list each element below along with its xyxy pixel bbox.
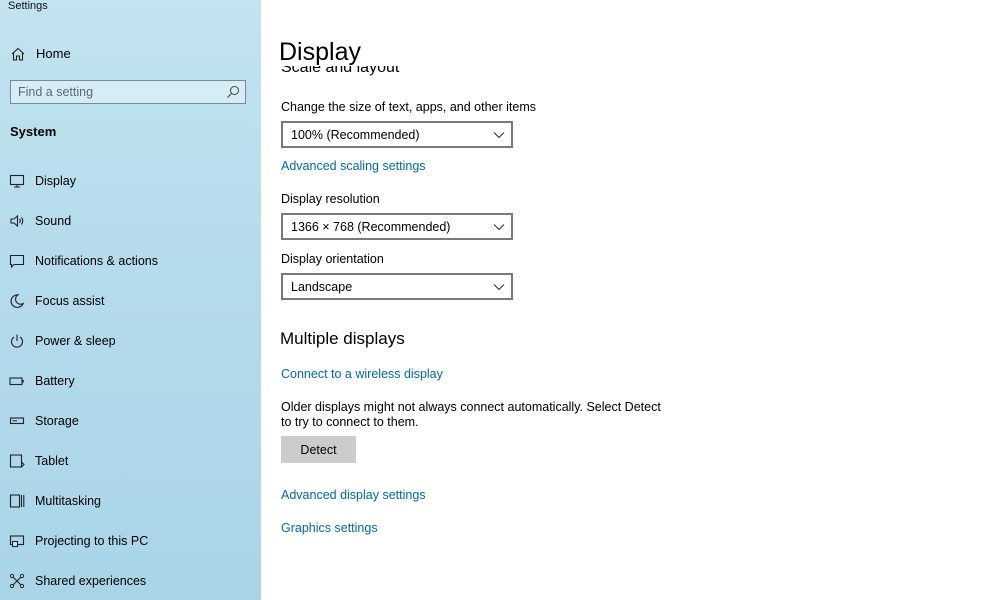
main-content: Display Scale and layout Change the size…: [261, 0, 1000, 600]
sidebar-item-tablet[interactable]: Tablet: [0, 446, 261, 476]
scale-value: 100% (Recommended): [291, 128, 420, 142]
section-title: System: [10, 124, 57, 139]
search-field[interactable]: [10, 80, 246, 104]
resolution-label: Display resolution: [281, 192, 380, 206]
sidebar-item-focus-assist[interactable]: Focus assist: [0, 286, 261, 316]
sidebar-item-label: Battery: [35, 374, 75, 388]
sidebar-item-home[interactable]: Home: [0, 40, 261, 68]
sidebar-item-label: Shared experiences: [35, 574, 147, 588]
sidebar-item-label: Storage: [35, 414, 79, 428]
search-icon[interactable]: [226, 85, 240, 99]
sidebar-item-label: Home: [36, 46, 71, 61]
sidebar-item-notifications[interactable]: Notifications & actions: [0, 246, 261, 276]
sidebar-item-label: Notifications & actions: [35, 254, 158, 268]
sidebar-item-sound[interactable]: Sound: [0, 206, 261, 236]
scale-dropdown[interactable]: 100% (Recommended): [281, 121, 513, 148]
notification-icon: [9, 254, 25, 269]
chevron-down-icon: [493, 224, 505, 231]
section-heading-scale: Scale and layout: [281, 66, 481, 78]
page-title: Display: [279, 38, 361, 66]
orientation-value: Landscape: [291, 280, 353, 294]
chevron-down-icon: [493, 132, 505, 139]
sidebar-item-label: Tablet: [35, 454, 69, 468]
sidebar-item-shared-experiences[interactable]: Shared experiences: [0, 566, 261, 596]
multitasking-icon: [9, 494, 25, 508]
storage-icon: [9, 417, 25, 425]
home-icon: [11, 47, 25, 61]
scale-label: Change the size of text, apps, and other…: [281, 100, 537, 114]
advanced-display-link[interactable]: Advanced display settings: [281, 488, 426, 502]
sidebar-item-display[interactable]: Display: [0, 166, 261, 196]
graphics-settings-link[interactable]: Graphics settings: [281, 521, 378, 535]
advanced-scaling-link[interactable]: Advanced scaling settings: [281, 159, 426, 173]
tablet-icon: [9, 454, 25, 468]
sidebar: Settings Home System Display Sound: [0, 0, 261, 600]
search-input[interactable]: [18, 83, 218, 101]
sidebar-item-label: Sound: [35, 214, 72, 228]
resolution-value: 1366 × 768 (Recommended): [291, 220, 451, 234]
monitor-icon: [9, 174, 25, 188]
sidebar-item-label: Focus assist: [35, 294, 105, 308]
sidebar-item-label: Multitasking: [35, 494, 101, 508]
speaker-icon: [10, 214, 24, 228]
sidebar-item-label: Projecting to this PC: [35, 534, 149, 548]
chevron-down-icon: [493, 284, 505, 291]
sidebar-item-storage[interactable]: Storage: [0, 406, 261, 436]
moon-icon: [10, 294, 25, 308]
detect-description: Older displays might not always connect …: [281, 400, 661, 429]
detect-button[interactable]: Detect: [281, 436, 356, 463]
section-heading-text: Scale and layout: [281, 66, 400, 76]
power-icon: [10, 334, 24, 348]
resolution-dropdown[interactable]: 1366 × 768 (Recommended): [281, 213, 513, 240]
sidebar-item-multitasking[interactable]: Multitasking: [0, 486, 261, 516]
wireless-display-link[interactable]: Connect to a wireless display: [281, 367, 443, 381]
battery-icon: [9, 377, 24, 386]
projecting-icon: [9, 535, 25, 547]
sidebar-item-power-sleep[interactable]: Power & sleep: [0, 326, 261, 356]
sidebar-item-battery[interactable]: Battery: [0, 366, 261, 396]
sidebar-item-label: Power & sleep: [35, 334, 116, 348]
orientation-dropdown[interactable]: Landscape: [281, 273, 513, 300]
sidebar-item-projecting[interactable]: Projecting to this PC: [0, 526, 261, 556]
multiple-displays-heading: Multiple displays: [280, 329, 405, 348]
orientation-label: Display orientation: [281, 252, 384, 266]
shared-experiences-icon: [9, 573, 25, 589]
app-title: Settings: [8, 0, 48, 12]
sidebar-item-label: Display: [35, 174, 76, 188]
